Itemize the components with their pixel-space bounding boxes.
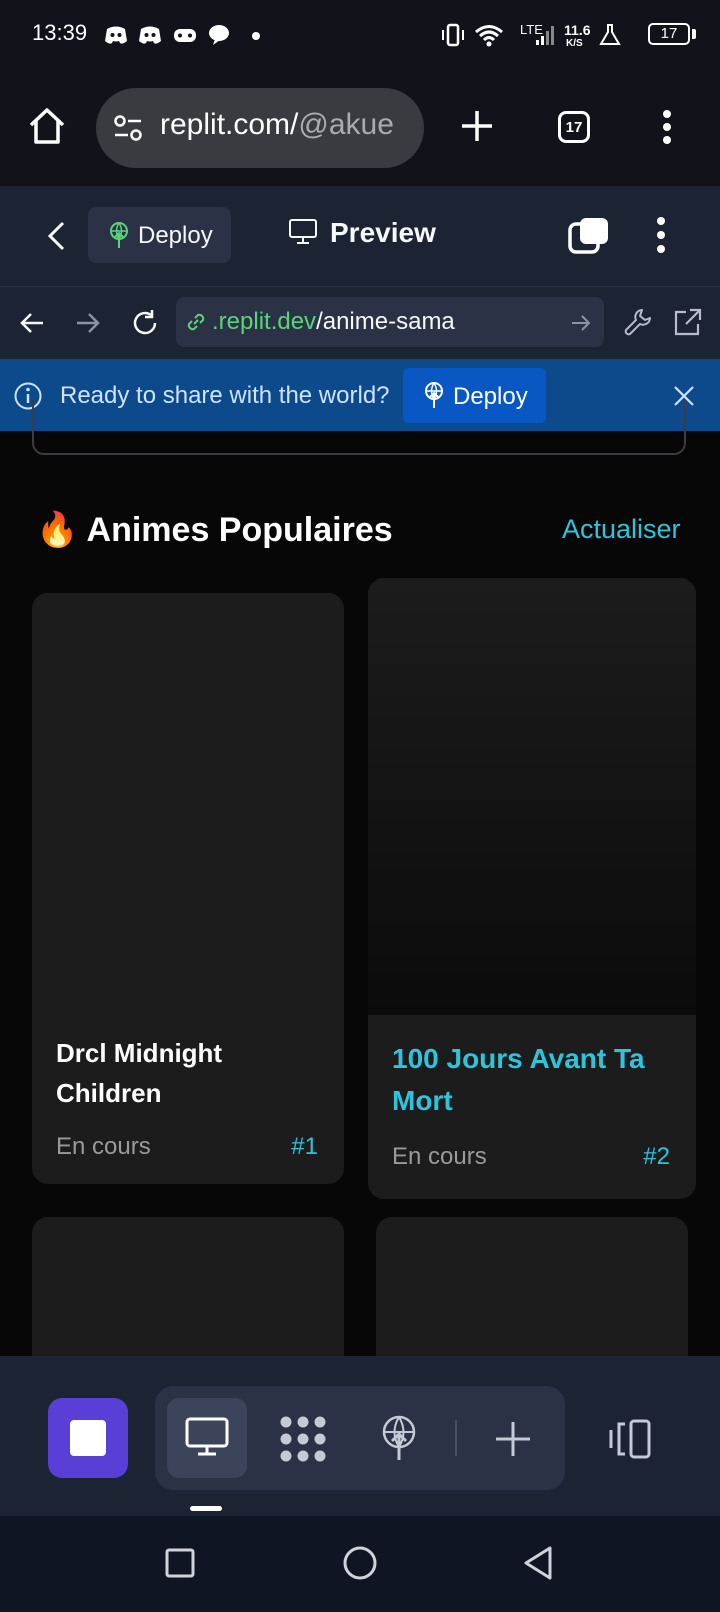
recent-apps-icon[interactable] — [164, 1547, 196, 1579]
deploy-icon — [110, 222, 128, 248]
fire-emoji-icon: 🔥 — [36, 511, 79, 549]
more-notifications-dot-icon — [252, 32, 260, 40]
add-tool-icon[interactable] — [494, 1420, 532, 1458]
open-external-icon[interactable] — [672, 306, 704, 338]
url-path: @akue — [298, 108, 394, 141]
battery-level: 17 — [660, 25, 678, 42]
back-arrow-icon[interactable] — [18, 309, 46, 337]
chat-bubble-icon — [209, 25, 229, 45]
link-icon — [187, 313, 205, 331]
anime-title-line: 100 Jours Avant Ta — [392, 1043, 645, 1074]
battery-tip — [692, 29, 696, 39]
section-title: 🔥 Animes Populaires — [36, 510, 393, 550]
discord-icon — [105, 26, 127, 44]
preview-url-domain: .replit.dev — [212, 308, 317, 335]
go-arrow-icon[interactable] — [570, 312, 592, 334]
preview-url-path: /anime-sama — [316, 308, 455, 335]
forward-arrow-icon[interactable] — [74, 309, 102, 337]
preview-url-text: .replit.dev/anime-sama — [212, 308, 455, 336]
reload-icon[interactable] — [130, 308, 160, 338]
extensions-grid-icon[interactable] — [278, 1414, 328, 1464]
anime-poster — [32, 593, 344, 993]
anime-status: En cours — [56, 1133, 151, 1160]
anime-title-line: Drcl Midnight — [56, 1038, 223, 1068]
anime-title: 100 Jours Avant Ta Mort — [392, 1038, 645, 1122]
tab-switcher-button[interactable]: 17 — [558, 111, 590, 143]
discord-icon — [139, 26, 161, 44]
android-nav-bar — [0, 1516, 720, 1612]
signal-icon — [536, 26, 554, 45]
wifi-icon — [475, 25, 503, 47]
stop-square-icon — [70, 1420, 106, 1456]
android-home-icon[interactable] — [342, 1545, 378, 1581]
anime-card[interactable]: Drcl Midnight Children En cours #1 — [32, 593, 344, 1184]
anime-title: Drcl Midnight Children — [56, 1033, 222, 1113]
stop-button[interactable] — [48, 1398, 128, 1478]
status-bar: 13:39 LTE 11.6 K/S 17 — [0, 0, 720, 72]
preview-url-field[interactable]: .replit.dev/anime-sama — [176, 297, 604, 347]
status-time: 13:39 — [32, 20, 88, 45]
switch-layout-icon[interactable] — [607, 1418, 655, 1460]
tabs-stack-icon[interactable] — [568, 216, 610, 254]
anime-card[interactable]: 100 Jours Avant Ta Mort En cours #2 — [368, 578, 696, 1199]
network-speed: 11.6 — [564, 22, 591, 38]
deploy-icon[interactable] — [378, 1414, 420, 1462]
battery-indicator: 17 — [648, 23, 690, 45]
gesture-indicator — [190, 1506, 222, 1511]
section-title-text: Animes Populaires — [86, 511, 393, 549]
monitor-icon — [289, 219, 317, 244]
anime-rank: #1 — [291, 1133, 318, 1160]
anime-status: En cours — [392, 1143, 487, 1170]
home-icon[interactable] — [27, 106, 67, 146]
android-back-icon[interactable] — [522, 1545, 554, 1581]
site-settings-icon[interactable] — [112, 112, 144, 144]
deploy-tab[interactable]: Deploy — [88, 207, 231, 263]
anime-title-line: Mort — [392, 1085, 453, 1116]
url-bar[interactable]: replit.com/@akue — [96, 88, 424, 168]
dock-divider — [455, 1420, 457, 1456]
flask-icon — [599, 24, 621, 45]
network-speed-unit: K/S — [566, 38, 583, 49]
url-text: replit.com/@akue — [160, 108, 394, 142]
browser-menu-icon[interactable] — [662, 109, 672, 145]
url-host: replit.com/ — [160, 108, 299, 141]
monitor-icon — [185, 1417, 229, 1456]
tool-preview-button[interactable] — [167, 1398, 247, 1478]
vibrate-icon — [442, 23, 464, 47]
preview-tab-label[interactable]: Preview — [330, 217, 436, 249]
gamepad-icon — [174, 29, 196, 42]
deploy-tab-label: Deploy — [138, 222, 213, 249]
replit-menu-icon[interactable] — [656, 216, 666, 254]
tab-count: 17 — [565, 119, 583, 136]
back-chevron-icon[interactable] — [44, 220, 68, 252]
devtools-wrench-icon[interactable] — [622, 306, 654, 338]
new-tab-icon[interactable] — [460, 109, 494, 143]
refresh-link[interactable]: Actualiser — [562, 514, 681, 545]
previous-section-box — [32, 400, 686, 455]
anime-title-line: Children — [56, 1078, 162, 1108]
anime-rank: #2 — [643, 1143, 670, 1170]
anime-poster — [368, 578, 696, 1015]
